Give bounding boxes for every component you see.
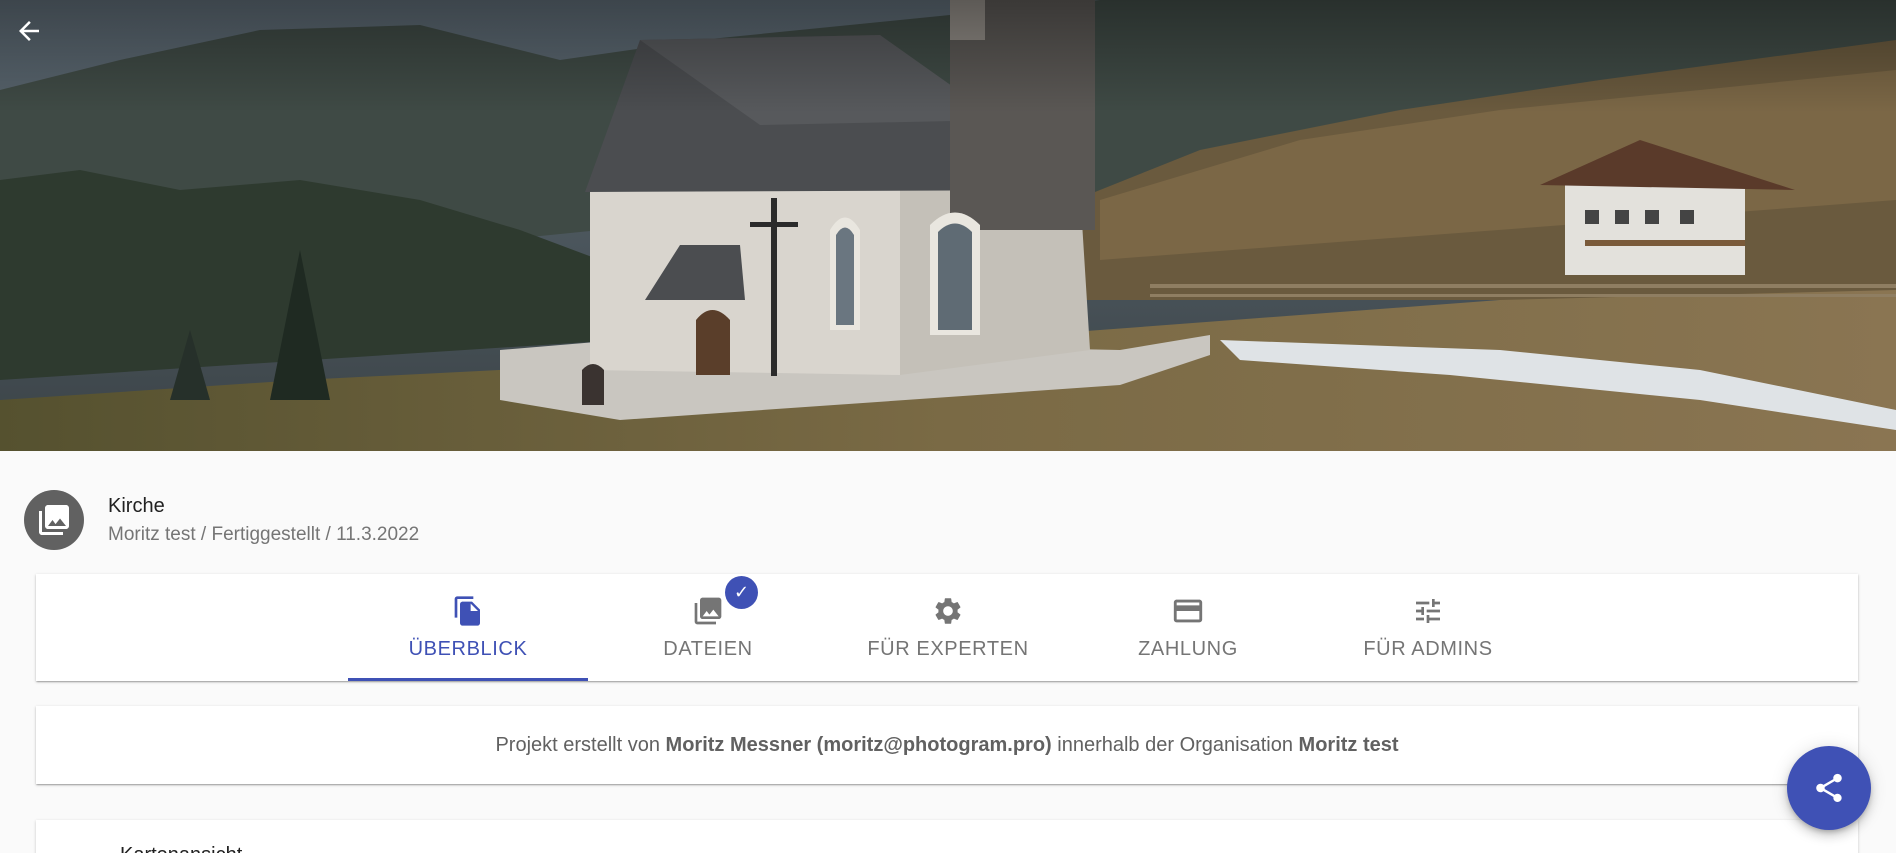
project-info-card: Projekt erstellt von Moritz Messner (mor… <box>36 706 1858 784</box>
tune-icon <box>1416 599 1440 623</box>
project-title: Kirche <box>108 495 165 517</box>
map-card-title: Kartenansicht <box>120 844 242 853</box>
creator-name: Moritz Messner (moritz@photogram.pro) <box>665 733 1052 756</box>
tab-zahlung[interactable]: ZAHLUNG <box>1068 574 1308 681</box>
arrow-back-icon <box>19 21 39 41</box>
project-header: Kirche Moritz test / Fertiggestellt / 11… <box>24 490 419 550</box>
credit-card-icon <box>1173 599 1203 623</box>
back-button[interactable] <box>14 16 58 60</box>
share-button[interactable] <box>1787 746 1871 830</box>
file-copy-icon <box>454 596 480 626</box>
tab-label: FÜR ADMINS <box>1363 638 1493 660</box>
gear-icon <box>935 598 961 624</box>
tab-label: FÜR EXPERTEN <box>867 638 1029 660</box>
organization-name: Moritz test <box>1298 733 1399 756</box>
info-text: Projekt erstellt von Moritz Messner (mor… <box>495 734 1398 757</box>
info-prefix: Projekt erstellt von <box>495 733 660 756</box>
photo-library-icon <box>39 505 69 535</box>
photo-library-icon <box>694 597 722 625</box>
tab-dateien[interactable]: ✓ DATEIEN <box>588 574 828 681</box>
tabs-bar: ÜBERBLICK ✓ DATEIEN FÜR EXPERTEN ZAHLUNG… <box>36 574 1858 681</box>
tab-fuer-experten[interactable]: FÜR EXPERTEN <box>828 574 1068 681</box>
tab-label: ZAHLUNG <box>1138 638 1238 660</box>
hero-image <box>0 0 1896 451</box>
map-card: Kartenansicht <box>36 820 1858 853</box>
project-avatar <box>24 490 84 550</box>
tab-ueberblick[interactable]: ÜBERBLICK <box>348 574 588 681</box>
tab-label: DATEIEN <box>663 638 753 660</box>
tab-label: ÜBERBLICK <box>408 638 528 660</box>
share-icon <box>1816 773 1842 803</box>
church-landscape-illustration <box>0 0 1896 451</box>
tab-fuer-admins[interactable]: FÜR ADMINS <box>1308 574 1548 681</box>
project-subtitle: Moritz test / Fertiggestellt / 11.3.2022 <box>108 524 420 545</box>
info-middle: innerhalb der Organisation <box>1057 733 1293 756</box>
check-badge: ✓ <box>725 576 758 609</box>
